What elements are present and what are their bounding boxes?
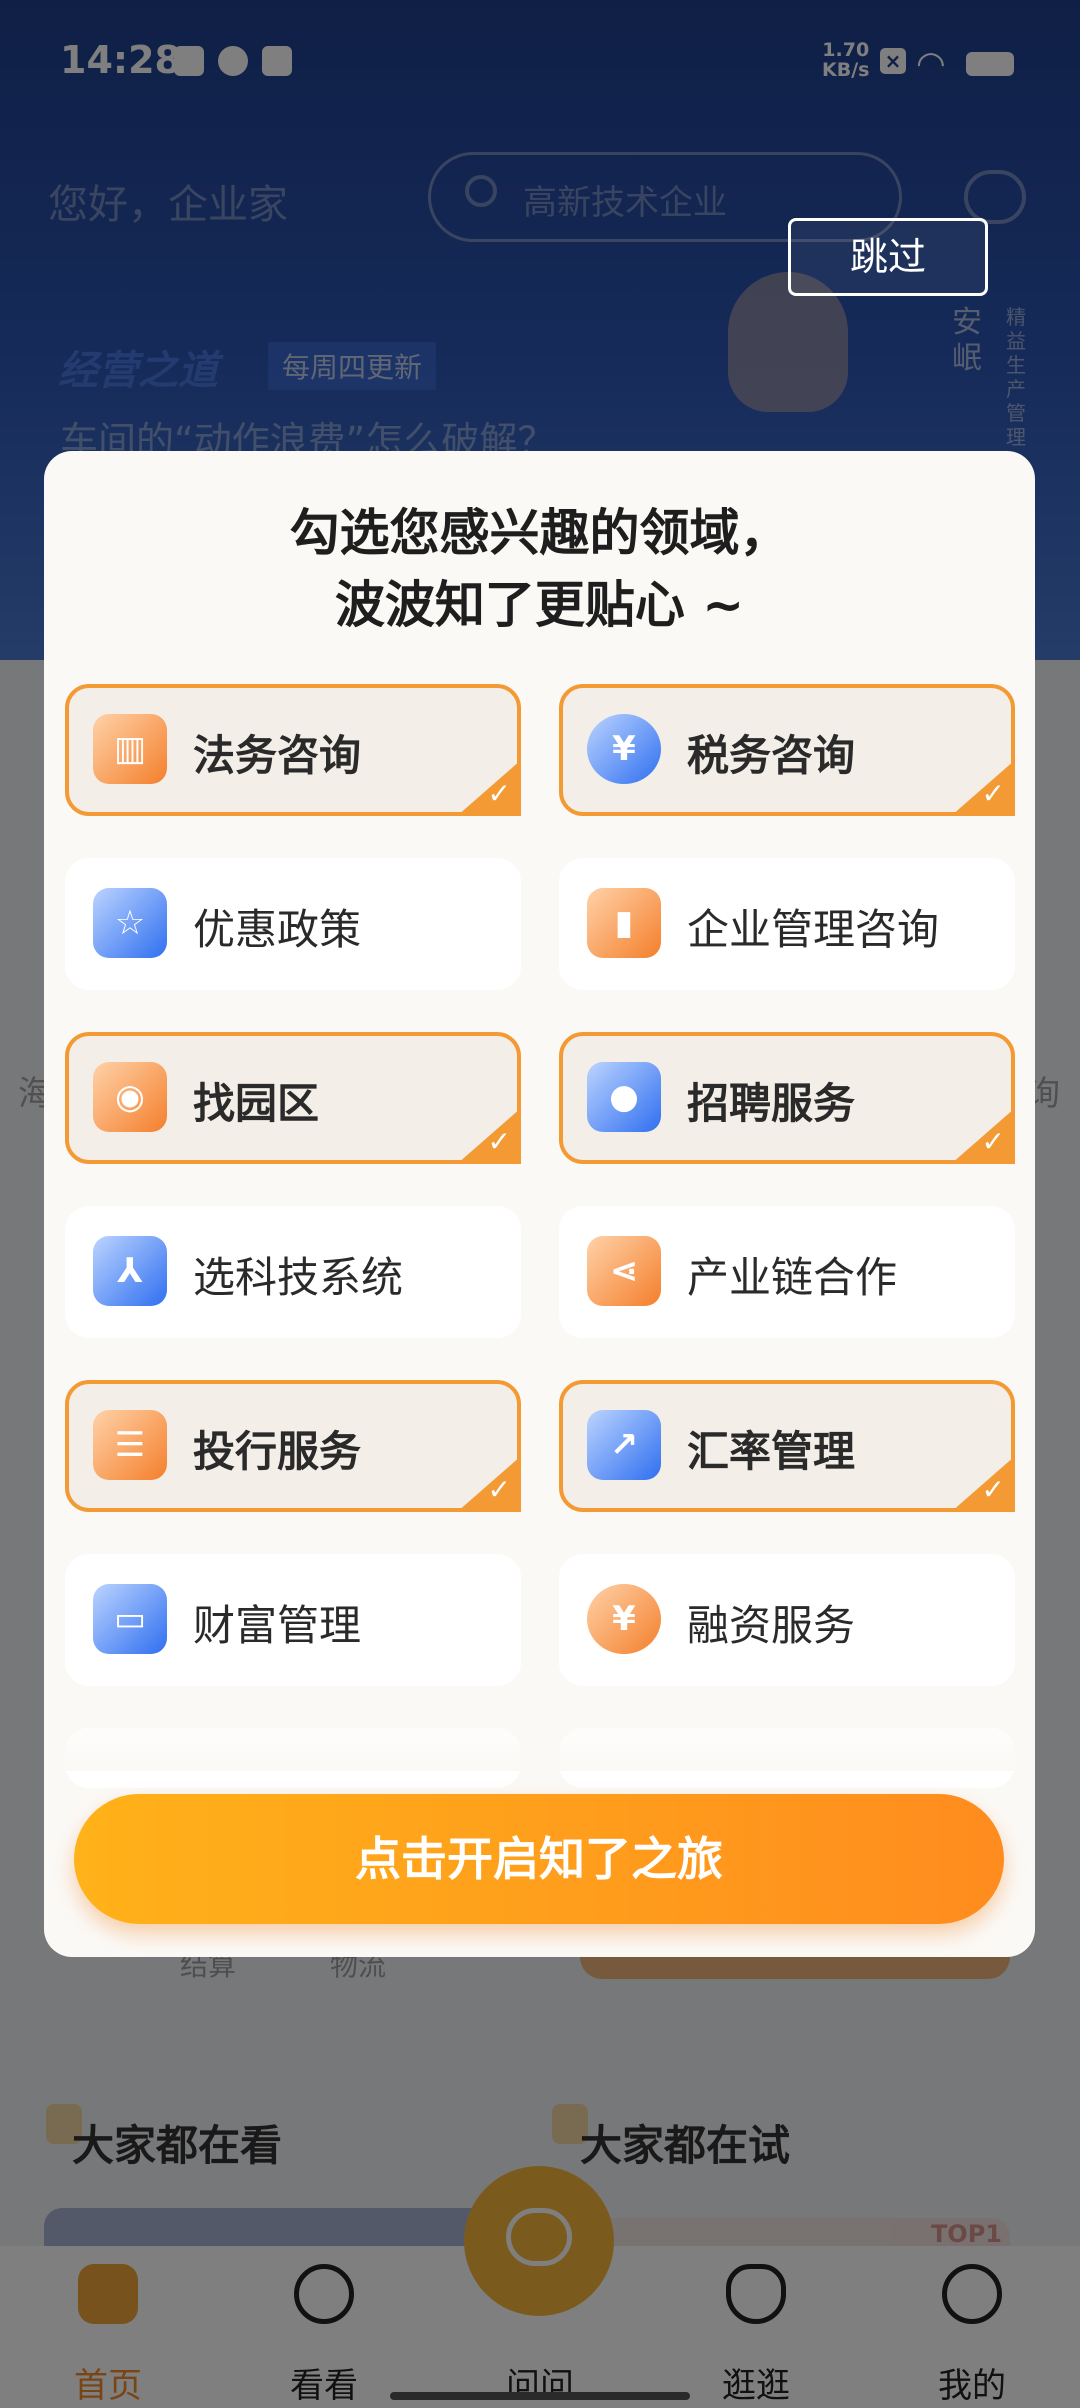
dialog-title-line-2: 波波知了更贴心 ~: [334, 576, 745, 634]
monitor-chart-icon: ▮: [587, 888, 661, 958]
start-journey-button[interactable]: 点击开启知了之旅: [74, 1794, 1004, 1924]
option-tech-system[interactable]: ⅄ 选科技系统: [65, 1206, 521, 1338]
wallet-icon: ▭: [93, 1584, 167, 1654]
cube-system-icon: ⅄: [93, 1236, 167, 1306]
option-label: 找园区: [193, 1079, 320, 1128]
option-exchange-rate[interactable]: ↗ 汇率管理 ✓: [559, 1380, 1015, 1512]
option-label: 优惠政策: [193, 905, 362, 954]
coins-icon: ¥: [587, 1584, 661, 1654]
option-legal-consulting[interactable]: ▥ 法务咨询 ✓: [65, 684, 521, 816]
option-wealth-management[interactable]: ▭ 财富管理: [65, 1554, 521, 1686]
dialog-title: 勾选您感兴趣的领域， 波波知了更贴心 ~: [44, 497, 1035, 641]
yuan-coin-icon: ¥: [587, 714, 661, 784]
option-investment-banking[interactable]: ☰ 投行服务 ✓: [65, 1380, 521, 1512]
courthouse-icon: ▥: [93, 714, 167, 784]
policy-document-icon: ☆: [93, 888, 167, 958]
person-icon: ●: [587, 1062, 661, 1132]
option-find-park[interactable]: ◉ 找园区 ✓: [65, 1032, 521, 1164]
interest-picker-dialog: 勾选您感兴趣的领域， 波波知了更贴心 ~ ▥ 法务咨询 ✓ ¥ 税务咨询 ✓ ☆…: [44, 451, 1035, 1957]
option-label: 法务咨询: [193, 731, 362, 780]
option-label: 财富管理: [193, 1601, 362, 1650]
option-label: 融资服务: [687, 1601, 856, 1650]
location-pin-icon: ◉: [93, 1062, 167, 1132]
checkmark-icon: ✓: [981, 777, 1005, 810]
option-label: 产业链合作: [687, 1253, 898, 1302]
document-stack-icon: ☰: [93, 1410, 167, 1480]
checkmark-icon: ✓: [981, 1473, 1005, 1506]
scroll-fade: [44, 1701, 1035, 1771]
skip-button[interactable]: 跳过: [788, 218, 988, 296]
option-label: 税务咨询: [687, 731, 856, 780]
dialog-title-line-1: 勾选您感兴趣的领域，: [289, 504, 790, 562]
checkmark-icon: ✓: [487, 777, 511, 810]
option-label: 投行服务: [193, 1427, 362, 1476]
checkmark-icon: ✓: [487, 1473, 511, 1506]
option-tax-consulting[interactable]: ¥ 税务咨询 ✓: [559, 684, 1015, 816]
option-label: 选科技系统: [193, 1253, 404, 1302]
share-folder-icon: ⋖: [587, 1236, 661, 1306]
option-industry-chain[interactable]: ⋖ 产业链合作: [559, 1206, 1015, 1338]
option-management-consulting[interactable]: ▮ 企业管理咨询: [559, 858, 1015, 990]
option-label: 汇率管理: [687, 1427, 856, 1476]
option-preferential-policy[interactable]: ☆ 优惠政策: [65, 858, 521, 990]
trend-monitor-icon: ↗: [587, 1410, 661, 1480]
option-label: 企业管理咨询: [687, 905, 940, 954]
option-recruitment[interactable]: ● 招聘服务 ✓: [559, 1032, 1015, 1164]
option-label: 招聘服务: [687, 1079, 856, 1128]
checkmark-icon: ✓: [981, 1125, 1005, 1158]
checkmark-icon: ✓: [487, 1125, 511, 1158]
option-financing[interactable]: ¥ 融资服务: [559, 1554, 1015, 1686]
